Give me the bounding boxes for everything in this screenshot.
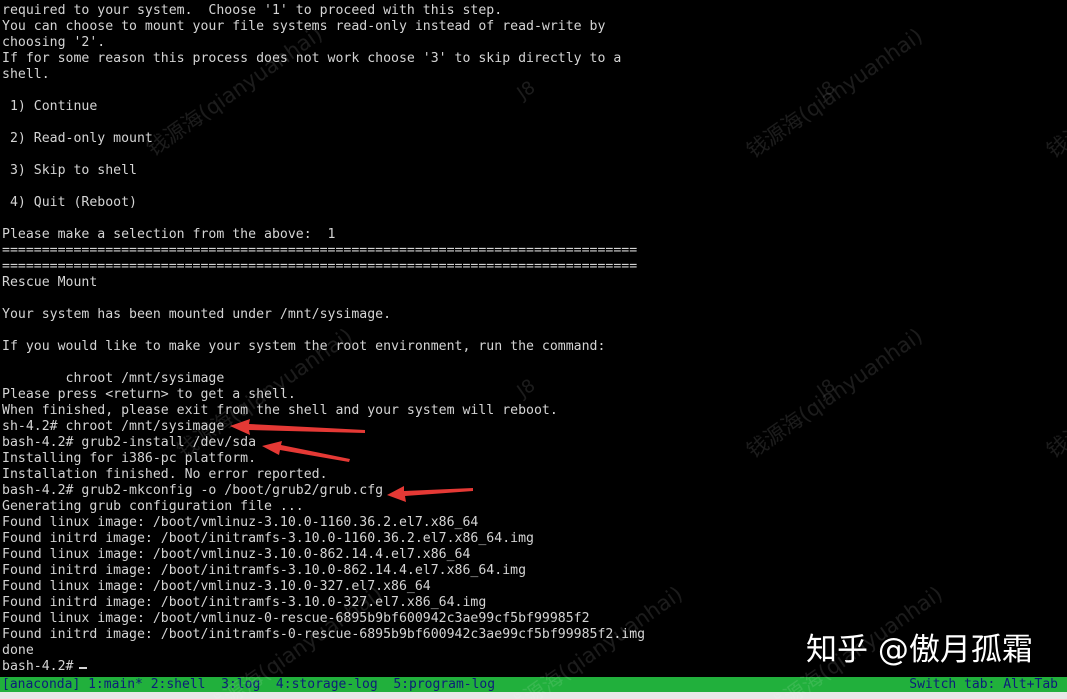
window-bottom-edge xyxy=(0,692,1067,699)
terminal-line: choosing '2'. xyxy=(2,35,106,50)
terminal-line: Found linux image: /boot/vmlinuz-3.10.0-… xyxy=(2,515,479,530)
terminal-line: You can choose to mount your file system… xyxy=(2,19,606,34)
terminal-line: required to your system. Choose '1' to p… xyxy=(2,3,503,18)
terminal-line: shell. xyxy=(2,67,50,82)
terminal-line: Found initrd image: /boot/initramfs-3.10… xyxy=(2,595,487,610)
terminal-line: 1) Continue xyxy=(2,99,98,114)
terminal-line: Found linux image: /boot/vmlinuz-0-rescu… xyxy=(2,611,590,626)
terminal-line: Found initrd image: /boot/initramfs-0-re… xyxy=(2,627,646,642)
terminal-line: chroot /mnt/sysimage xyxy=(2,371,225,386)
terminal-line: Installation finished. No error reported… xyxy=(2,467,328,482)
terminal-prompt-line[interactable]: bash-4.2# xyxy=(2,659,81,675)
terminal-line: bash-4.2# grub2-mkconfig -o /boot/grub2/… xyxy=(2,483,384,498)
terminal-output[interactable]: required to your system. Choose '1' to p… xyxy=(0,0,1067,677)
terminal-line: 2) Read-only mount xyxy=(2,131,153,146)
terminal-line: 4) Quit (Reboot) xyxy=(2,195,137,210)
terminal-line: Found linux image: /boot/vmlinuz-3.10.0-… xyxy=(2,579,431,594)
terminal-line: ========================================… xyxy=(2,243,638,258)
terminal-line: Found initrd image: /boot/initramfs-3.10… xyxy=(2,563,527,578)
switch-tab-hint: Switch tab: Alt+Tab xyxy=(909,677,1058,692)
terminal-line: 3) Skip to shell xyxy=(2,163,137,178)
terminal-line: Generating grub configuration file ... xyxy=(2,499,304,514)
terminal-line: done xyxy=(2,643,34,658)
terminal-line: Your system has been mounted under /mnt/… xyxy=(2,307,392,322)
terminal-line: ========================================… xyxy=(2,259,638,274)
tmux-status-bar: [anaconda] 1:main* 2:shell 3:log 4:stora… xyxy=(0,677,1067,692)
terminal-line: bash-4.2# grub2-install /dev/sda xyxy=(2,435,257,450)
terminal-line: Installing for i386-pc platform. xyxy=(2,451,257,466)
terminal-line: Please make a selection from the above: … xyxy=(2,227,336,242)
terminal-line: Rescue Mount xyxy=(2,275,98,290)
terminal-cursor xyxy=(79,667,87,669)
window-tab-list[interactable]: [anaconda] 1:main* 2:shell 3:log 4:stora… xyxy=(2,677,495,692)
terminal-line: If for some reason this process does not… xyxy=(2,51,622,66)
terminal-line: When finished, please exit from the shel… xyxy=(2,403,558,418)
terminal-line: Found initrd image: /boot/initramfs-3.10… xyxy=(2,531,534,546)
terminal-line: If you would like to make your system th… xyxy=(2,339,606,354)
terminal-line: Please press <return> to get a shell. xyxy=(2,387,296,402)
terminal-line: Found linux image: /boot/vmlinuz-3.10.0-… xyxy=(2,547,471,562)
terminal-line: sh-4.2# chroot /mnt/sysimage xyxy=(2,419,225,434)
